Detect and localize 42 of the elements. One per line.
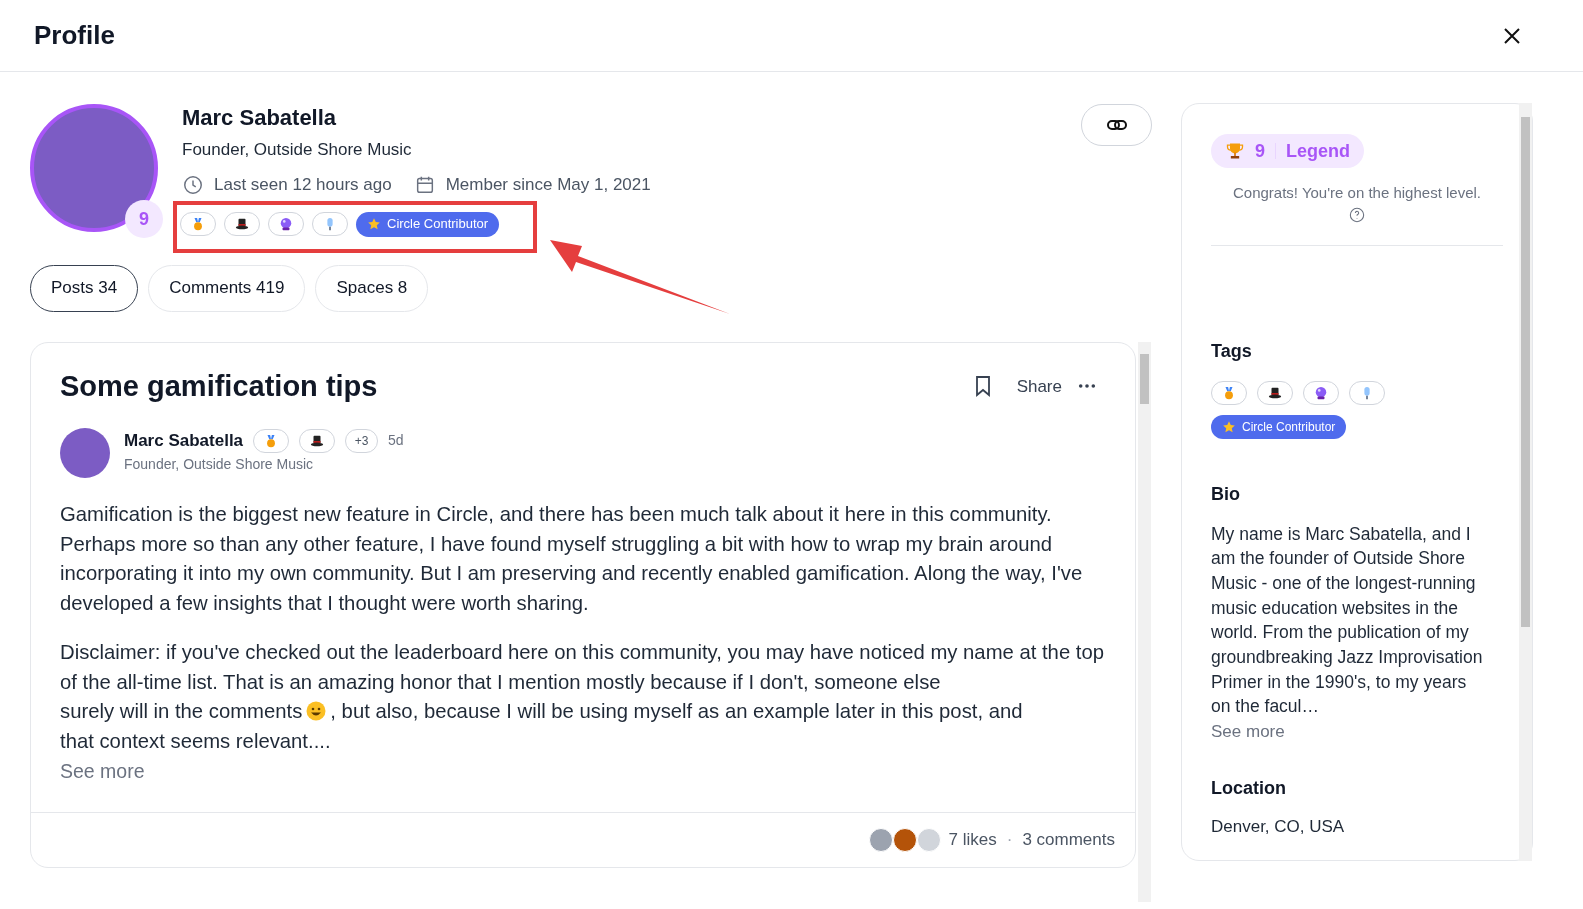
likes-link[interactable]: 7 likes: [948, 826, 997, 853]
tags-heading: Tags: [1211, 339, 1253, 363]
page-title: Profile: [34, 19, 115, 52]
post-paragraph: Gamification is the biggest new feature in Circle, and there has been much talk about it here in this community. Perhaps more so than any other feature, I have found myself struggling a bit with how to wrap my brain around incorporating it into my own community. But I am preserving and recently enabled gamification. Along the way, I've developed a few insights that I thought were worth sharing.: [60, 502, 1084, 617]
congrats-text: Congrats! You're on the highest level.: [1232, 183, 1481, 203]
trophy-icon: [1225, 141, 1245, 161]
level-pill: 9 Legend: [1211, 134, 1365, 168]
author-headline: Founder, Outside Shore Music: [124, 454, 315, 474]
post-paragraph: , but also, because I will be using myself as an example later in this post, and: [330, 700, 1023, 723]
scrollbar[interactable]: [1519, 103, 1532, 861]
bio-heading: Bio: [1211, 482, 1241, 506]
author-name[interactable]: Marc Sabatella: [124, 428, 244, 454]
contributor-tag: Circle Contributor: [356, 211, 500, 237]
profile-headline: Founder, Outside Shore Music: [182, 139, 413, 161]
see-more-link[interactable]: See more: [1211, 719, 1285, 745]
clock-icon: [182, 173, 204, 196]
post-paragraph: that context seems relevant....: [60, 728, 332, 754]
scrollbar[interactable]: [1138, 341, 1151, 902]
author-avatar: [60, 428, 110, 478]
post-paragraph: surely will in the comments: [60, 700, 303, 723]
liker-avatar: [892, 827, 917, 852]
profile-name: Marc Sabatella: [182, 104, 338, 132]
post-time: 5d: [388, 431, 404, 451]
comments-link[interactable]: 3 comments: [1022, 826, 1115, 853]
liker-avatar: [916, 827, 941, 852]
share-button[interactable]: Share: [1016, 373, 1062, 399]
post-title: Some gamification tips: [60, 368, 378, 404]
star-icon: [1222, 419, 1236, 434]
star-icon: [367, 217, 381, 231]
contributor-tag: Circle Contributor: [1211, 414, 1347, 439]
location-text: Denver, CO, USA: [1211, 815, 1346, 838]
location-heading: Location: [1211, 776, 1287, 800]
level-badge: 9: [125, 200, 163, 238]
liker-avatar: [868, 827, 893, 852]
bio-text: My name is Marc Sabatella, and I am the founder of Outside Shore Music - one of the longest-running music education websites in the world. From the publication of my groundbreaking Jazz Improvisation Primer in the 1990's, to my years on the facul…: [1211, 522, 1484, 719]
last-seen-text: Last seen 12 hours ago: [214, 174, 392, 196]
separator-dot: ·: [1005, 828, 1014, 851]
member-since-text: Member since May 1, 2021: [445, 174, 651, 196]
help-icon[interactable]: [1349, 206, 1365, 223]
smiley-icon: [306, 701, 327, 722]
see-more-link[interactable]: See more: [60, 756, 145, 786]
more-options-icon[interactable]: [1078, 383, 1096, 390]
